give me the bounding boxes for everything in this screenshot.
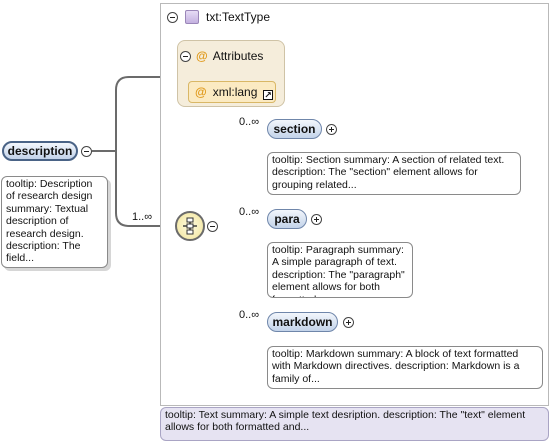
expand-icon[interactable] [326, 124, 337, 135]
element-markdown-label: markdown [272, 315, 333, 329]
element-section-label: section [273, 122, 316, 136]
tooltip-section-text: tooltip: Section summary: A section of r… [272, 154, 505, 191]
sequence-occurrence: 1..∞ [132, 211, 153, 223]
expand-icon[interactable] [311, 214, 322, 225]
element-section[interactable]: section [267, 119, 322, 139]
element-para[interactable]: para [267, 209, 307, 229]
sequence-glyph [183, 217, 197, 235]
tooltip-para: tooltip: Paragraph summary: A simple par… [267, 242, 413, 298]
expand-icon[interactable] [343, 317, 354, 328]
attribute-label: xml:lang [212, 85, 258, 99]
attributes-header: @ Attributes [180, 49, 263, 63]
collapse-icon[interactable] [207, 221, 218, 232]
type-header: txt:TextType [167, 9, 270, 25]
occurrence-section: 0..∞ [239, 116, 260, 128]
element-description-label: description [7, 144, 73, 158]
attributes-group: @ Attributes @ xml:lang ↗ [177, 40, 285, 107]
collapse-icon[interactable] [167, 11, 178, 23]
at-sign-icon: @ [195, 85, 207, 99]
occurrence-para: 0..∞ [239, 206, 260, 218]
element-description[interactable]: description [2, 141, 78, 161]
tooltip-markdown: tooltip: Markdown summary: A block of te… [267, 346, 543, 389]
element-markdown[interactable]: markdown [267, 312, 338, 332]
external-link-icon[interactable]: ↗ [263, 90, 273, 100]
tooltip-text-type: tooltip: Text summary: A simple text des… [160, 407, 549, 441]
at-sign-icon: @ [196, 49, 208, 63]
complex-type-icon [185, 10, 199, 24]
type-title: txt:TextType [206, 10, 271, 24]
collapse-icon[interactable] [180, 50, 191, 62]
tooltip-section: tooltip: Section summary: A section of r… [267, 152, 521, 195]
tooltip-markdown-text: tooltip: Markdown summary: A block of te… [272, 348, 520, 385]
attribute-xml-lang[interactable]: @ xml:lang ↗ [188, 81, 276, 103]
tooltip-text-type-text: tooltip: Text summary: A simple text des… [165, 409, 526, 434]
occurrence-markdown: 0..∞ [239, 309, 260, 321]
schema-diagram: description tooltip: Description of rese… [0, 0, 553, 444]
sequence-compositor-icon[interactable] [175, 211, 205, 241]
element-para-label: para [274, 212, 300, 226]
tooltip-description-text: tooltip: Description of research design … [6, 178, 93, 265]
tooltip-description: tooltip: Description of research design … [1, 176, 108, 268]
tooltip-para-text: tooltip: Paragraph summary: A simple par… [272, 244, 405, 297]
attributes-title: Attributes [212, 49, 264, 63]
collapse-icon[interactable] [81, 146, 92, 157]
